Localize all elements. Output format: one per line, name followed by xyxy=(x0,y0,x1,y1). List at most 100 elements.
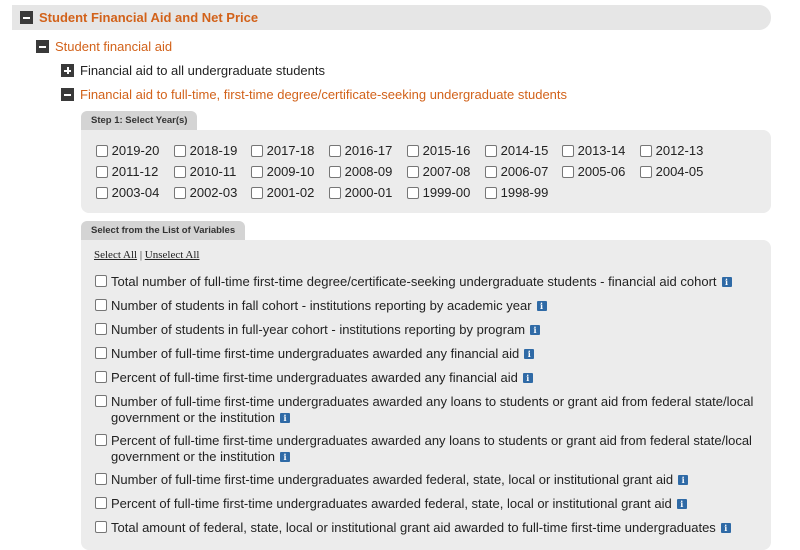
year-checkbox[interactable] xyxy=(96,165,108,178)
year-label: 2003-04 xyxy=(108,185,160,200)
year-label: 2008-09 xyxy=(341,164,393,179)
variable-option[interactable]: Percent of full-time first-time undergra… xyxy=(95,496,765,512)
year-checkbox[interactable] xyxy=(329,144,341,157)
section-title: Student Financial Aid and Net Price xyxy=(39,10,259,25)
year-checkbox[interactable] xyxy=(407,144,419,157)
variable-label: Total number of full-time first-time deg… xyxy=(95,274,765,290)
year-checkbox[interactable] xyxy=(640,165,652,178)
info-icon[interactable]: i xyxy=(280,412,291,423)
info-icon[interactable]: i xyxy=(720,522,731,533)
year-option[interactable]: 2005-06 xyxy=(562,164,625,179)
year-checkbox[interactable] xyxy=(251,144,263,157)
year-option[interactable]: 2002-03 xyxy=(174,185,237,200)
year-option[interactable]: 2007-08 xyxy=(407,164,470,179)
year-checkbox[interactable] xyxy=(174,144,186,157)
year-option[interactable]: 2004-05 xyxy=(640,164,703,179)
info-icon[interactable]: i xyxy=(280,451,291,462)
variable-label: Percent of full-time first-time undergra… xyxy=(95,370,765,386)
info-icon[interactable]: i xyxy=(721,276,732,287)
variable-checkbox[interactable] xyxy=(95,347,107,359)
year-label: 2006-07 xyxy=(497,164,549,179)
year-label: 2017-18 xyxy=(263,143,315,158)
year-option[interactable]: 2018-19 xyxy=(174,143,237,158)
year-checkbox[interactable] xyxy=(640,144,652,157)
expand-icon[interactable] xyxy=(61,64,74,77)
variable-checkbox[interactable] xyxy=(95,434,107,446)
variable-label: Number of students in full-year cohort -… xyxy=(95,322,765,338)
year-option[interactable]: 2008-09 xyxy=(329,164,392,179)
variable-option[interactable]: Number of full-time first-time undergrad… xyxy=(95,394,765,426)
year-label: 2002-03 xyxy=(186,185,238,200)
variable-option[interactable]: Number of students in fall cohort - inst… xyxy=(95,298,765,314)
year-checkbox[interactable] xyxy=(562,144,574,157)
variable-checkbox[interactable] xyxy=(95,371,107,383)
variable-checkbox[interactable] xyxy=(95,473,107,485)
variable-text: Total number of full-time first-time deg… xyxy=(111,274,717,289)
variable-text: Percent of full-time first-time undergra… xyxy=(111,496,672,511)
year-option[interactable]: 2015-16 xyxy=(407,143,470,158)
variable-checkbox[interactable] xyxy=(95,275,107,287)
variable-option[interactable]: Percent of full-time first-time undergra… xyxy=(95,433,765,465)
year-option[interactable]: 2000-01 xyxy=(329,185,392,200)
variable-checkbox[interactable] xyxy=(95,299,107,311)
info-icon[interactable]: i xyxy=(530,324,541,335)
collapse-icon[interactable] xyxy=(61,88,74,101)
variable-option[interactable]: Number of full-time first-time undergrad… xyxy=(95,472,765,488)
year-label: 2011-12 xyxy=(108,164,159,179)
year-checkbox[interactable] xyxy=(407,186,419,199)
year-checkbox[interactable] xyxy=(96,144,108,157)
info-icon[interactable]: i xyxy=(524,348,535,359)
year-option[interactable]: 2014-15 xyxy=(485,143,548,158)
year-option[interactable]: 2019-20 xyxy=(96,143,159,158)
section-header-financial-aid[interactable]: Student Financial Aid and Net Price xyxy=(12,5,771,30)
unselect-all-link[interactable]: Unselect All xyxy=(145,249,200,261)
variable-option[interactable]: Percent of full-time first-time undergra… xyxy=(95,370,765,386)
info-icon[interactable]: i xyxy=(676,498,687,509)
collapse-icon[interactable] xyxy=(36,40,49,53)
variable-option[interactable]: Number of students in full-year cohort -… xyxy=(95,322,765,338)
year-checkbox[interactable] xyxy=(329,186,341,199)
variable-checkbox[interactable] xyxy=(95,323,107,335)
year-option[interactable]: 2013-14 xyxy=(562,143,625,158)
info-icon[interactable]: i xyxy=(522,372,533,383)
year-option[interactable]: 1999-00 xyxy=(407,185,470,200)
select-all-link[interactable]: Select All xyxy=(94,249,137,261)
variable-text: Percent of full-time first-time undergra… xyxy=(111,433,752,464)
variable-checkbox[interactable] xyxy=(95,497,107,509)
year-option[interactable]: 2009-10 xyxy=(251,164,314,179)
variable-checkbox[interactable] xyxy=(95,521,107,533)
collapse-icon[interactable] xyxy=(20,11,33,24)
year-label: 2001-02 xyxy=(263,185,315,200)
year-checkbox[interactable] xyxy=(485,144,497,157)
variable-label: Number of full-time first-time undergrad… xyxy=(95,472,765,488)
year-option[interactable]: 2001-02 xyxy=(251,185,314,200)
year-checkbox[interactable] xyxy=(251,165,263,178)
year-option[interactable]: 2012-13 xyxy=(640,143,703,158)
year-checkbox[interactable] xyxy=(329,165,341,178)
year-checkbox[interactable] xyxy=(485,165,497,178)
year-option[interactable]: 1998-99 xyxy=(485,185,548,200)
year-checkbox[interactable] xyxy=(485,186,497,199)
year-checkbox[interactable] xyxy=(96,186,108,199)
year-option[interactable]: 2003-04 xyxy=(96,185,159,200)
year-checkbox[interactable] xyxy=(251,186,263,199)
subsection-title: Student financial aid xyxy=(55,39,173,54)
info-icon[interactable]: i xyxy=(678,474,689,485)
year-checkbox[interactable] xyxy=(174,165,186,178)
year-option[interactable]: 2016-17 xyxy=(329,143,392,158)
year-checkbox[interactable] xyxy=(407,165,419,178)
year-option[interactable]: 2006-07 xyxy=(485,164,548,179)
variable-option[interactable]: Total amount of federal, state, local or… xyxy=(95,520,765,536)
year-checkbox[interactable] xyxy=(562,165,574,178)
year-option[interactable]: 2017-18 xyxy=(251,143,314,158)
variable-option[interactable]: Total number of full-time first-time deg… xyxy=(95,274,765,290)
year-label: 2018-19 xyxy=(186,143,238,158)
variable-option[interactable]: Number of full-time first-time undergrad… xyxy=(95,346,765,362)
year-option[interactable]: 2011-12 xyxy=(96,164,158,179)
select-controls: Select All | Unselect All xyxy=(94,249,199,261)
year-checkbox[interactable] xyxy=(174,186,186,199)
info-icon[interactable]: i xyxy=(536,300,547,311)
year-option[interactable]: 2010-11 xyxy=(174,164,236,179)
year-label: 2014-15 xyxy=(497,143,549,158)
variable-checkbox[interactable] xyxy=(95,395,107,407)
